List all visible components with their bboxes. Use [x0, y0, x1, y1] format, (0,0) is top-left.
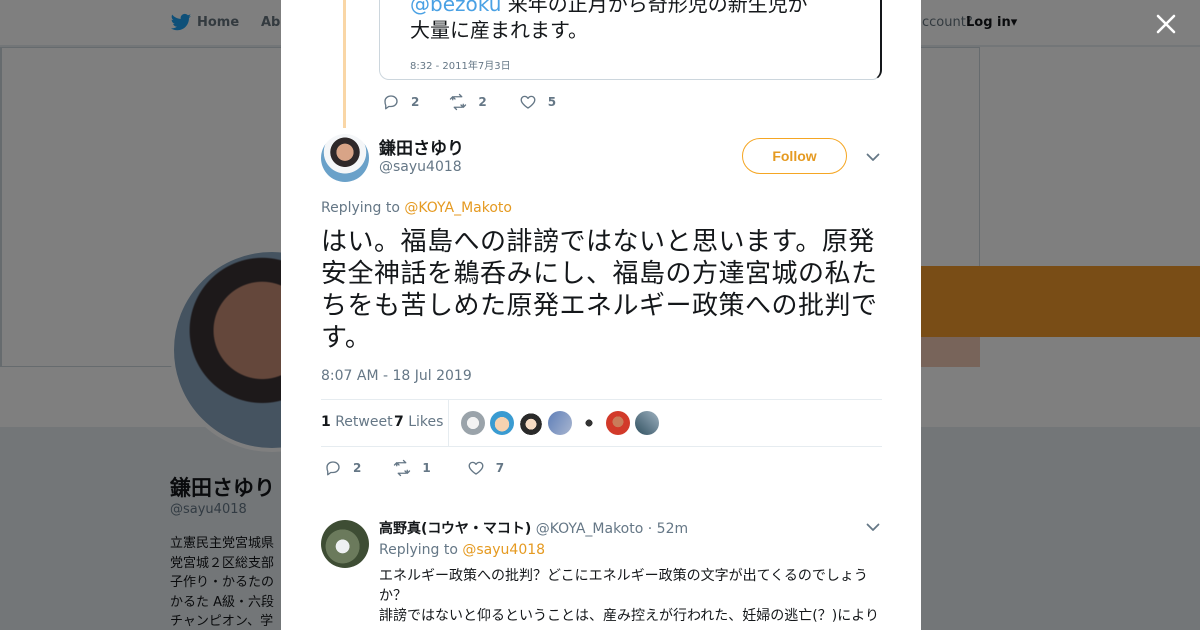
retweet-icon: [450, 93, 467, 111]
liker-avatar[interactable]: [490, 411, 514, 435]
reply-age[interactable]: 52m: [657, 521, 688, 537]
retweet-stat-label: Retweet: [335, 414, 393, 430]
tweet-author-handle[interactable]: @sayu4018: [379, 159, 462, 175]
like-stat[interactable]: 7 Likes: [394, 414, 443, 430]
retweet-count: 2: [478, 95, 487, 109]
quoted-mention-link[interactable]: @bezoku: [410, 0, 501, 16]
replying-to: Replying to @KOYA_Makoto: [321, 200, 512, 216]
avatar[interactable]: [321, 134, 369, 182]
reply-icon: [326, 461, 340, 476]
quoted-text-segment: 来年の正月から奇形児の新生児が: [501, 0, 808, 16]
reply-author-handle[interactable]: @KOYA_Makoto: [536, 521, 644, 537]
chevron-down-icon[interactable]: [866, 520, 880, 534]
reply-replying-to: Replying to @sayu4018: [379, 542, 545, 558]
follow-button[interactable]: Follow: [742, 138, 847, 174]
tweet-text: はい。福島への誹謗ではないと思います。原発安全神話を鵜呑みにし、福島の方達宮城の…: [321, 227, 878, 353]
reply-button[interactable]: 2: [324, 459, 361, 477]
liker-avatar[interactable]: [461, 411, 485, 435]
close-icon[interactable]: [1152, 10, 1180, 38]
replying-to-link[interactable]: @KOYA_Makoto: [404, 200, 512, 216]
reply-count: 2: [411, 95, 420, 109]
like-count: 5: [547, 95, 557, 109]
thread-connector-line: [343, 0, 346, 128]
quoted-tweet-text: @bezoku 来年の正月から奇形児の新生児が 大量に産まれます。: [410, 0, 808, 43]
avatar[interactable]: [321, 520, 369, 568]
liker-avatar[interactable]: [577, 411, 601, 435]
tweet-author-name[interactable]: 鎌田さゆり: [379, 134, 464, 159]
tweet-timestamp[interactable]: 8:07 AM - 18 Jul 2019: [321, 368, 472, 384]
reply-count: 2: [353, 461, 362, 475]
tweet-actions: 2 1 7: [324, 459, 530, 477]
reply-separator: ·: [647, 521, 653, 537]
tweet-permalink-modal: @bezoku 来年の正月から奇形児の新生児が 大量に産まれます。 8:32 -…: [281, 0, 921, 630]
heart-icon: [468, 461, 484, 475]
reply-text-line: 誹謗ではないと仰るということは、産み控えが行われた、妊婦の逃亡(？)により: [379, 608, 879, 624]
heart-icon: [520, 95, 536, 109]
like-button[interactable]: 5: [519, 93, 556, 111]
liker-avatar[interactable]: [606, 411, 630, 435]
reply-author-name[interactable]: 高野真(コウヤ・マコト): [379, 521, 531, 537]
quoted-tweet-card[interactable]: @bezoku 来年の正月から奇形児の新生児が 大量に産まれます。 8:32 -…: [379, 0, 882, 80]
tweet-stats: 1 Retweet 7 Likes: [321, 399, 882, 447]
reply-header: 高野真(コウヤ・マコト) @KOYA_Makoto · 52m: [379, 518, 688, 538]
liker-avatar[interactable]: [548, 411, 572, 435]
quoted-tweet-actions: 2 2 5: [382, 93, 582, 111]
retweet-button[interactable]: 2: [449, 93, 487, 111]
retweet-stat-count: 1: [321, 414, 331, 430]
chevron-down-icon[interactable]: [866, 150, 880, 164]
reply-text-line: エネルギー政策への批判？どこにエネルギー政策の文字が出てくるのでしょうか？: [379, 568, 868, 604]
retweet-stat[interactable]: 1 Retweet: [321, 414, 393, 430]
retweet-count: 1: [422, 461, 431, 475]
like-stat-count: 7: [394, 414, 404, 430]
liker-avatar[interactable]: [635, 411, 659, 435]
quoted-tweet-line: 大量に産まれます。: [410, 18, 588, 42]
reply-button[interactable]: 2: [382, 93, 419, 111]
liker-avatar[interactable]: [519, 411, 543, 435]
stats-divider: [448, 400, 449, 446]
quoted-tweet-timestamp: 8:32 - 2011年7月3日: [410, 61, 511, 72]
retweet-icon: [394, 459, 411, 477]
reply-text: エネルギー政策への批判？どこにエネルギー政策の文字が出てくるのでしょうか？ 誹謗…: [379, 566, 881, 626]
replying-to-prefix: Replying to: [321, 200, 400, 216]
quoted-tweet-line: @bezoku 来年の正月から奇形児の新生児が: [410, 0, 808, 17]
reply-icon: [384, 95, 398, 110]
like-stat-label: Likes: [408, 414, 444, 430]
like-count: 7: [495, 461, 505, 475]
replying-to-prefix: Replying to: [379, 542, 458, 558]
like-button[interactable]: 7: [467, 459, 504, 477]
retweet-button[interactable]: 1: [393, 459, 431, 477]
replying-to-link[interactable]: @sayu4018: [462, 542, 545, 558]
